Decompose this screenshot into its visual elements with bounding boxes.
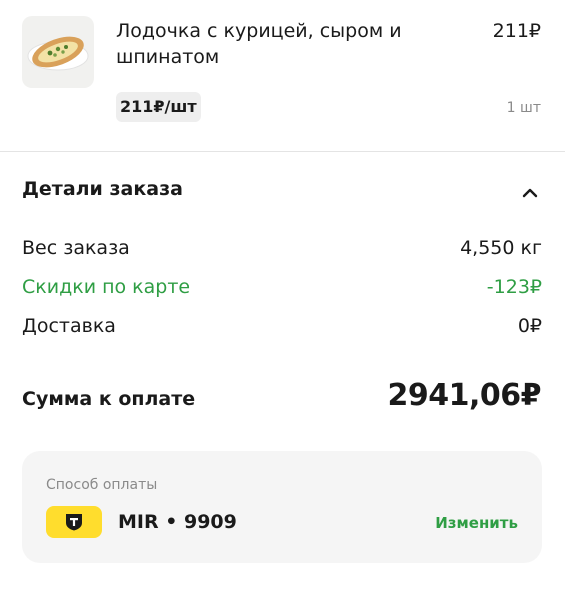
total-label: Сумма к оплате [22, 388, 196, 410]
cart-item[interactable]: Лодочка с курицей, сыром и шпинатом 211₽… [0, 0, 565, 152]
product-image[interactable] [22, 16, 94, 88]
delivery-label: Доставка [22, 315, 116, 337]
khachapuri-food-photo [27, 36, 89, 71]
order-weight-value: 4,550 кг [460, 237, 542, 259]
order-weight-row: Вес заказа 4,550 кг [22, 235, 542, 261]
change-payment-button[interactable]: Изменить [435, 514, 518, 532]
total-value: 2941,06₽ [387, 378, 541, 413]
chevron-up-icon[interactable] [519, 182, 541, 204]
product-quantity: 1 шт [506, 100, 541, 116]
section-divider [0, 151, 565, 152]
order-weight-label: Вес заказа [22, 237, 130, 259]
delivery-row: Доставка 0₽ [22, 313, 542, 339]
product-name[interactable]: Лодочка с курицей, сыром и шпинатом [116, 18, 416, 70]
tbank-shield-icon [66, 514, 82, 531]
card-discount-value: -123₽ [486, 276, 542, 298]
unit-price-badge: 211₽/шт [116, 92, 201, 122]
order-details-title[interactable]: Детали заказа [22, 178, 183, 200]
card-number: MIR • 9909 [118, 511, 237, 533]
card-discount-row: Скидки по карте -123₽ [22, 274, 542, 300]
payment-method-label: Способ оплаты [46, 477, 158, 493]
payment-method-card[interactable]: Способ оплаты MIR • 9909 Изменить [22, 451, 542, 563]
delivery-value: 0₽ [517, 315, 542, 337]
product-total-price: 211₽ [492, 20, 541, 42]
card-discount-label: Скидки по карте [22, 276, 191, 298]
bank-logo [46, 506, 102, 538]
